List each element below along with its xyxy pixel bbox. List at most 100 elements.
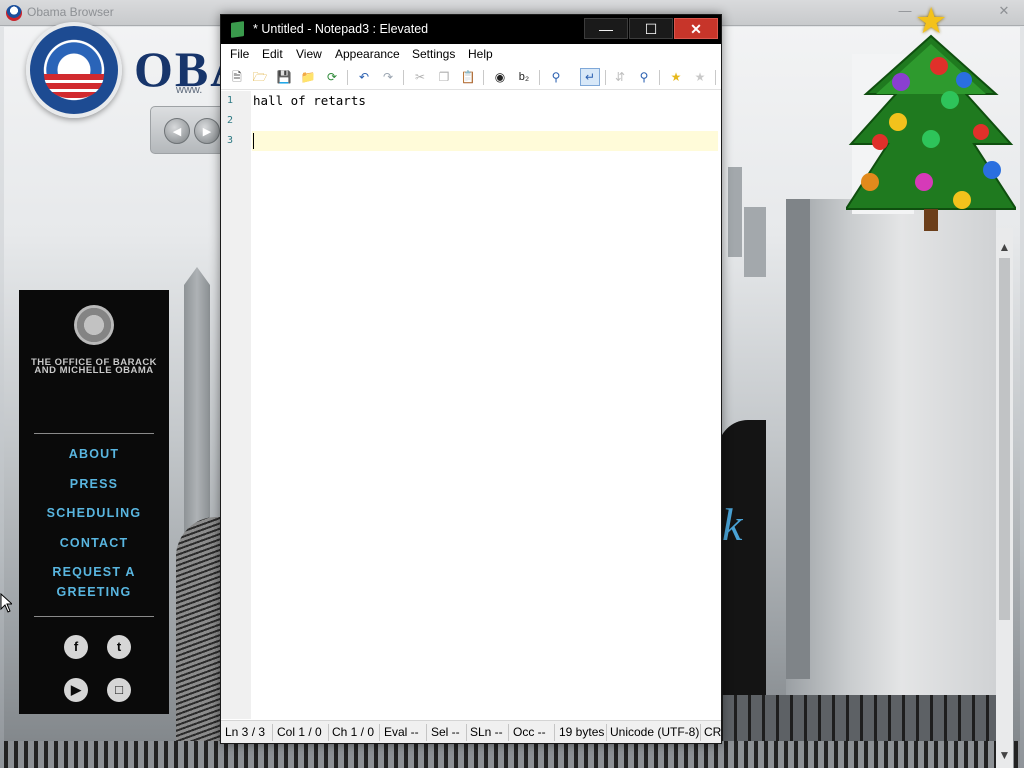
skyline-building [744, 207, 766, 277]
search-zoom-icon[interactable]: ⚲ [636, 69, 652, 85]
mouse-cursor-icon [0, 593, 12, 613]
menu-appearance[interactable]: Appearance [335, 47, 400, 61]
nav-link-contact[interactable]: CONTACT [29, 533, 159, 553]
back-button[interactable]: ◀ [164, 118, 190, 144]
christmas-tree-icon [846, 34, 1016, 231]
status-encoding[interactable]: Unicode (UTF-8) [610, 725, 699, 739]
notepad3-window: * Untitled - Notepad3 : Elevated — ☐ ✕ F… [220, 14, 722, 744]
forward-button[interactable]: ▶ [194, 118, 220, 144]
status-separator [466, 724, 467, 741]
status-bar: Ln 3 / 3 Col 1 / 0 Ch 1 / 0 Eval -- Sel … [221, 720, 721, 743]
status-eval[interactable]: Eval -- [384, 725, 419, 739]
page-scrollbar-thumb[interactable] [999, 258, 1010, 620]
brand-url: www. [176, 84, 203, 96]
save-icon[interactable]: 💾 [276, 69, 292, 85]
notepad3-app-icon [231, 21, 244, 38]
toolbar-separator [347, 70, 348, 85]
editor-current-line[interactable] [252, 131, 718, 151]
minimize-icon[interactable]: — [894, 3, 916, 18]
obama-logo-icon [6, 5, 22, 21]
toolbar-separator [605, 70, 606, 85]
menu-settings[interactable]: Settings [412, 47, 455, 61]
photo-railing [720, 695, 996, 741]
browser-title: Obama Browser [27, 5, 114, 19]
open-folder-icon[interactable]: 🗁 [252, 69, 268, 85]
status-separator [554, 724, 555, 741]
find-icon[interactable]: ◉ [492, 69, 508, 85]
nav-link-request-greeting[interactable]: REQUEST A GREETING [29, 562, 159, 602]
close-icon[interactable]: ✕ [993, 3, 1015, 19]
new-file-icon[interactable]: 🗎 [229, 69, 245, 85]
scroll-up-icon[interactable]: ▲ [996, 240, 1013, 254]
photo-panel [786, 199, 996, 741]
toolbar-separator [539, 70, 540, 85]
goto-icon[interactable]: ⇵ [612, 69, 628, 85]
cut-icon[interactable]: ✂ [412, 69, 428, 85]
word-wrap-icon[interactable]: ↵ [580, 68, 600, 86]
office-panel: THE OFFICE OF BARACK AND MICHELLE OBAMA … [19, 290, 169, 714]
status-separator [700, 724, 701, 741]
scroll-down-icon[interactable]: ▼ [996, 748, 1013, 762]
office-title: THE OFFICE OF BARACK AND MICHELLE OBAMA [30, 357, 158, 376]
minimize-button[interactable]: — [584, 18, 628, 39]
nav-link-press[interactable]: PRESS [29, 474, 159, 494]
menu-file[interactable]: File [230, 47, 249, 61]
toolbar-separator [715, 70, 716, 85]
nav-link-about[interactable]: ABOUT [29, 444, 159, 464]
photo-person [718, 420, 766, 700]
status-char[interactable]: Ch 1 / 0 [332, 725, 374, 739]
status-eol[interactable]: CR [704, 725, 721, 739]
menu-help[interactable]: Help [468, 47, 493, 61]
line-number: 2 [227, 115, 234, 126]
facebook-icon[interactable]: f [64, 635, 88, 659]
editor-line[interactable] [252, 111, 718, 131]
photo-script-text: k [722, 499, 743, 550]
status-separator [379, 724, 380, 741]
status-separator [328, 724, 329, 741]
status-occurrences[interactable]: Occ -- [513, 725, 546, 739]
toolbar: 🗎 🗁 💾 📁 ⟳ ↶ ↷ ✂ ❐ 📋 ◉ b₂ ⚲ ↵ ⇵ ⚲ ★ ★ [221, 65, 721, 90]
copy-icon[interactable]: ❐ [436, 69, 452, 85]
favorites-icon[interactable]: ★ [668, 69, 684, 85]
menu-bar: File Edit View Appearance Settings Help [221, 44, 721, 65]
instagram-icon[interactable]: □ [107, 678, 131, 702]
undo-icon[interactable]: ↶ [356, 69, 372, 85]
divider [34, 433, 154, 434]
window-title: * Untitled - Notepad3 : Elevated [253, 22, 429, 36]
zoom-icon[interactable]: ⚲ [548, 69, 564, 85]
status-separator [426, 724, 427, 741]
nav-link-scheduling[interactable]: SCHEDULING [29, 503, 159, 523]
close-button[interactable]: ✕ [674, 18, 718, 39]
obama-campaign-logo[interactable] [26, 22, 122, 118]
menu-view[interactable]: View [296, 47, 322, 61]
menu-edit[interactable]: Edit [262, 47, 283, 61]
line-number: 1 [227, 95, 234, 106]
line-number-gutter: 1 2 3 [221, 91, 251, 719]
replace-icon[interactable]: b₂ [516, 69, 532, 85]
save-as-icon[interactable]: 📁 [300, 69, 316, 85]
youtube-icon[interactable]: ▶ [64, 678, 88, 702]
text-editor[interactable]: 1 2 3 hall of retarts [221, 91, 721, 719]
status-line[interactable]: Ln 3 / 3 [225, 725, 265, 739]
redo-icon[interactable]: ↷ [380, 69, 396, 85]
tree-star-icon: ★ [915, 0, 948, 41]
decorative-fence [4, 741, 1020, 768]
skyline-building [728, 167, 742, 257]
divider [34, 616, 154, 617]
twitter-icon[interactable]: t [107, 635, 131, 659]
add-favorite-icon[interactable]: ★ [692, 69, 708, 85]
paste-icon[interactable]: 📋 [460, 69, 476, 85]
maximize-button[interactable]: ☐ [629, 18, 673, 39]
status-selection[interactable]: Sel -- [431, 725, 460, 739]
toolbar-separator [659, 70, 660, 85]
notepad-titlebar[interactable]: * Untitled - Notepad3 : Elevated — ☐ ✕ [221, 15, 721, 44]
editor-line[interactable]: hall of retarts [252, 91, 718, 111]
status-separator [272, 724, 273, 741]
status-selected-lines[interactable]: SLn -- [470, 725, 503, 739]
status-separator [606, 724, 607, 741]
revert-icon[interactable]: ⟳ [324, 69, 340, 85]
status-size[interactable]: 19 bytes [559, 725, 604, 739]
status-column[interactable]: Col 1 / 0 [277, 725, 322, 739]
toolbar-separator [483, 70, 484, 85]
photo-pillar [786, 199, 810, 679]
